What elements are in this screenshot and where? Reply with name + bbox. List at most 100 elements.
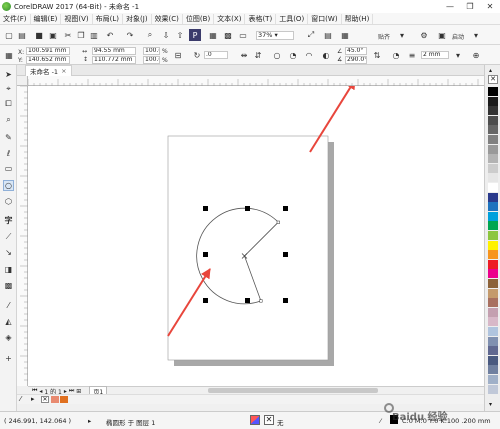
palette-swatch[interactable] xyxy=(488,327,498,336)
palette-scroll-down-icon[interactable]: ▾ xyxy=(489,401,492,408)
eyedropper-icon[interactable]: ⁄ xyxy=(3,300,14,311)
palette-swatch[interactable] xyxy=(488,144,498,154)
outline-width-dropdown[interactable]: 2 mm xyxy=(421,51,449,59)
palette-scroll-up-icon[interactable]: ▴ xyxy=(489,67,492,74)
arc-type-icon[interactable]: ◐ xyxy=(320,49,332,61)
palette-swatch[interactable] xyxy=(488,202,498,212)
zoom-level-dropdown[interactable]: 37% ▾ xyxy=(256,31,294,40)
y-position-input[interactable]: 140.652 mm xyxy=(26,56,70,64)
show-grid-icon[interactable]: ▦ xyxy=(339,29,351,41)
menu-edit[interactable]: 编辑(E) xyxy=(31,13,62,24)
rotate-icon[interactable]: ↻ xyxy=(191,49,203,61)
x-position-input[interactable]: 100.591 mm xyxy=(26,47,70,55)
palette-swatch[interactable] xyxy=(488,307,498,317)
end-angle-input[interactable]: 290.0° xyxy=(345,56,367,64)
import-icon[interactable]: ⇩ xyxy=(160,29,172,41)
document-tab[interactable]: 未命名 -1 × xyxy=(25,65,72,76)
horizontal-ruler[interactable] xyxy=(27,76,484,86)
undo-icon[interactable]: ↶ xyxy=(104,29,116,41)
menu-layout[interactable]: 布局(L) xyxy=(93,13,124,24)
parallel-dimension-icon[interactable]: ⟋ xyxy=(3,231,14,242)
lock-ratio-icon[interactable]: ⊟ xyxy=(172,49,184,61)
document-swatch-outline[interactable] xyxy=(60,396,68,403)
launch-icon[interactable]: ▣ xyxy=(436,29,448,41)
view-mode-icon[interactable]: ▤ xyxy=(322,29,334,41)
text-tool-icon[interactable]: 字 xyxy=(3,215,14,226)
snap-to-label[interactable]: 贴齐 xyxy=(378,32,390,41)
mirror-horizontal-icon[interactable]: ⇹ xyxy=(238,49,250,61)
no-color-swatch[interactable]: ✕ xyxy=(41,396,49,403)
publish-pdf-icon[interactable]: P xyxy=(189,29,201,41)
smart-fill-icon[interactable]: ◈ xyxy=(3,332,14,343)
palette-swatch[interactable] xyxy=(488,231,498,240)
welcome-screen-icon[interactable]: ▩ xyxy=(222,29,234,41)
menu-tools[interactable]: 工具(O) xyxy=(276,13,309,24)
quick-customize-icon[interactable]: ⊕ xyxy=(470,49,482,61)
width-input[interactable]: 94.55 mm xyxy=(92,47,136,55)
scale-y-input[interactable]: 100.0 xyxy=(143,56,160,64)
full-screen-icon[interactable]: ▭ xyxy=(237,29,249,41)
application-launcher-icon[interactable]: ▦ xyxy=(207,29,219,41)
outline-width-chevron-icon[interactable]: ▾ xyxy=(452,49,464,61)
palette-swatch[interactable] xyxy=(488,125,498,135)
menu-window[interactable]: 窗口(W) xyxy=(308,13,342,24)
interactive-fill-icon[interactable]: ◭ xyxy=(3,316,14,327)
launch-dropdown-chevron-icon[interactable]: ▾ xyxy=(470,29,482,41)
no-fill-icon[interactable]: ✕ xyxy=(264,415,274,425)
palette-swatch[interactable] xyxy=(488,288,498,298)
open-folder-icon[interactable]: ▤ xyxy=(16,29,28,41)
transparency-icon[interactable]: ▩ xyxy=(3,280,14,291)
palette-swatch[interactable] xyxy=(488,163,498,173)
drop-shadow-icon[interactable]: ◨ xyxy=(3,264,14,275)
drawing-canvas[interactable] xyxy=(28,79,484,386)
change-direction-icon[interactable]: ⇅ xyxy=(371,49,383,61)
palette-swatch[interactable] xyxy=(488,365,498,375)
menu-bitmaps[interactable]: 位图(B) xyxy=(183,13,215,24)
rotation-angle-input[interactable]: .0 xyxy=(204,51,228,59)
pie-mode-icon[interactable]: ◔ xyxy=(287,49,299,61)
menu-view[interactable]: 视图(V) xyxy=(61,13,93,24)
search-content-icon[interactable]: ⌕ xyxy=(144,29,156,41)
minimize-button[interactable]: — xyxy=(440,0,460,13)
export-icon[interactable]: ⇧ xyxy=(174,29,186,41)
palette-swatch[interactable] xyxy=(488,106,498,116)
palette-swatch[interactable] xyxy=(488,375,498,384)
palette-swatch[interactable] xyxy=(488,298,498,308)
horizontal-scroll-thumb[interactable] xyxy=(208,388,378,393)
palette-menu-icon[interactable]: ▸ xyxy=(31,395,35,403)
zoom-tool-icon[interactable]: ⌕ xyxy=(3,114,14,125)
pie-node-start[interactable] xyxy=(276,220,280,224)
snap-dropdown-chevron-icon[interactable]: ▾ xyxy=(396,29,408,41)
palette-swatch[interactable] xyxy=(488,240,498,250)
palette-swatch[interactable] xyxy=(488,87,498,96)
print-icon[interactable]: ▣ xyxy=(47,29,59,41)
palette-swatch[interactable] xyxy=(488,355,498,365)
palette-swatch[interactable] xyxy=(488,279,498,288)
outline-pen-status-icon[interactable]: ⁄ xyxy=(380,417,381,425)
cut-icon[interactable]: ✂ xyxy=(62,29,74,41)
eyedropper-palette-icon[interactable]: ⁄ xyxy=(20,395,21,403)
artistic-media-icon[interactable]: ℓ xyxy=(3,148,14,159)
outline-pen-icon[interactable]: ◔ xyxy=(390,49,402,61)
palette-swatch[interactable] xyxy=(488,317,498,327)
palette-swatch[interactable] xyxy=(488,250,498,260)
mirror-vertical-icon[interactable]: ⇵ xyxy=(252,49,264,61)
add-tool-plus-icon[interactable]: + xyxy=(3,353,14,364)
polygon-tool-icon[interactable]: ⬡ xyxy=(3,196,14,207)
palette-swatch[interactable] xyxy=(488,336,498,346)
rectangle-tool-icon[interactable]: ▭ xyxy=(3,163,14,174)
paste-icon[interactable]: ▥ xyxy=(88,29,100,41)
palette-swatch[interactable] xyxy=(488,259,498,269)
new-document-icon[interactable]: ▢ xyxy=(3,29,15,41)
zoom-to-page-icon[interactable]: ⤢ xyxy=(305,29,317,41)
palette-swatch[interactable] xyxy=(488,96,498,106)
crop-tool-icon[interactable]: ⧠ xyxy=(3,98,14,109)
connector-tool-icon[interactable]: ↘ xyxy=(3,247,14,258)
palette-swatch[interactable] xyxy=(488,192,498,202)
palette-swatch[interactable] xyxy=(488,221,498,231)
palette-swatch[interactable] xyxy=(488,269,498,279)
freehand-tool-icon[interactable]: ✎ xyxy=(3,132,14,143)
vertical-ruler[interactable] xyxy=(17,85,28,386)
ruler-origin[interactable] xyxy=(17,76,28,86)
menu-text[interactable]: 文本(X) xyxy=(214,13,246,24)
